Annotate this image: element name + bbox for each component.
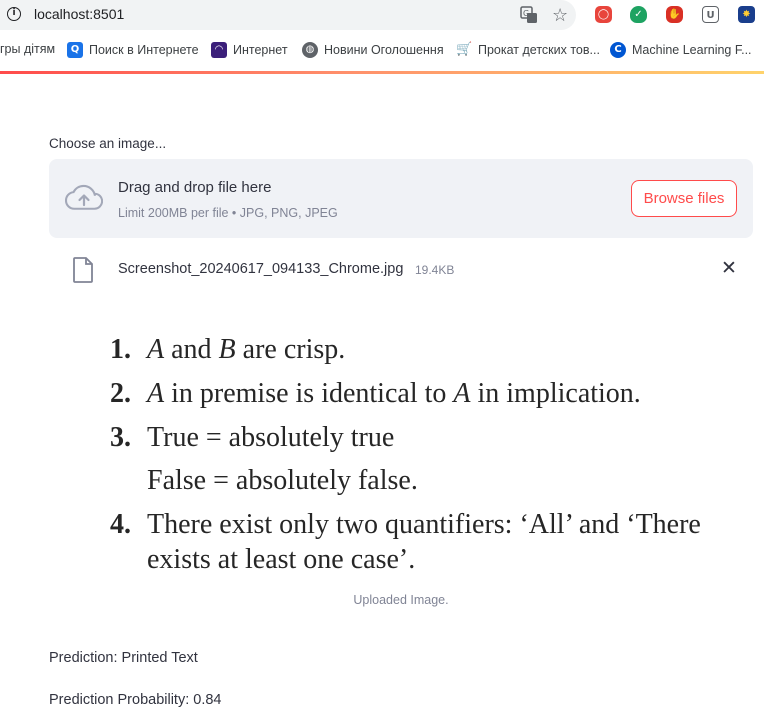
extension-icon[interactable]: ✸ <box>738 6 755 23</box>
list-number: 1. <box>110 334 131 365</box>
bookmark-item[interactable]: гры дітям <box>0 42 55 56</box>
list-text: A and B are crisp. <box>147 334 346 365</box>
stop-hand-icon[interactable]: ✋ <box>666 6 683 23</box>
cart-icon: 🛒 <box>456 42 473 57</box>
image-caption: Uploaded Image. <box>353 593 449 607</box>
bookmark-item[interactable]: C Machine Learning F... <box>610 42 752 58</box>
app-header-decoration <box>0 71 764 74</box>
list-number: 4. <box>110 509 131 540</box>
bookmark-label: Интернет <box>233 43 288 57</box>
bookmark-label: гры дітям <box>0 42 56 56</box>
bookmark-label: Поиск в Интернете <box>89 43 199 57</box>
uploaded-image: 1. A and B are crisp. 2. A in premise is… <box>100 330 750 585</box>
globe-icon: ◍ <box>302 42 318 58</box>
site-icon: ◠ <box>211 42 227 58</box>
browse-files-button[interactable]: Browse files <box>631 180 737 217</box>
uploaded-file-row: Screenshot_20240617_094133_Chrome.jpg 19… <box>49 253 753 287</box>
bookmark-label: Новини Оголошення <box>324 43 444 57</box>
bookmarks-bar: гры дітям Q Поиск в Интернете ◠ Интернет… <box>0 38 764 64</box>
bookmark-label: Machine Learning F... <box>632 43 752 57</box>
bookmark-item[interactable]: ◠ Интернет <box>211 42 288 58</box>
address-bar[interactable]: i localhost:8501 G ☆ <box>0 0 576 30</box>
list-text: A in premise is identical to A in implic… <box>147 378 641 409</box>
list-number: 3. <box>110 422 131 453</box>
bookmark-item[interactable]: Q Поиск в Интернете <box>67 42 199 58</box>
list-text: There exist only two quantifiers: ‘All’ … <box>147 509 701 540</box>
file-icon <box>73 257 93 283</box>
list-number: 2. <box>110 378 131 409</box>
remove-file-icon[interactable]: ✕ <box>719 258 739 280</box>
file-dropzone[interactable]: Drag and drop file here Limit 200MB per … <box>49 159 753 238</box>
svg-text:G: G <box>523 9 529 18</box>
search-icon: Q <box>67 42 83 58</box>
list-text: False = absolutely false. <box>147 465 418 496</box>
shield-check-icon[interactable]: ✓ <box>630 6 647 23</box>
dropzone-title: Drag and drop file here <box>118 179 272 196</box>
cloud-upload-icon <box>65 184 103 210</box>
coursera-icon: C <box>610 42 626 58</box>
file-name: Screenshot_20240617_094133_Chrome.jpg <box>118 261 404 277</box>
browser-chrome: i localhost:8501 G ☆ ◯ ✓ ✋ U ✸ гры дітям… <box>0 0 764 72</box>
bitwarden-icon[interactable]: U <box>702 6 719 23</box>
bookmark-label: Прокат детских тов... <box>478 43 600 57</box>
list-text: True = absolutely true <box>147 422 395 453</box>
prediction-probability: Prediction Probability: 0.84 <box>49 692 222 708</box>
star-icon[interactable]: ☆ <box>552 6 568 24</box>
list-text: exists at least one case’. <box>147 544 416 575</box>
info-icon[interactable]: i <box>7 7 21 21</box>
file-size: 19.4KB <box>415 263 455 277</box>
address-url[interactable]: localhost:8501 <box>34 6 124 22</box>
prediction-text: Prediction: Printed Text <box>49 650 198 666</box>
adblock-icon[interactable]: ◯ <box>595 6 612 23</box>
dropzone-limit: Limit 200MB per file • JPG, PNG, JPEG <box>118 206 338 220</box>
bookmark-item[interactable]: ◍ Новини Оголошення <box>302 42 444 58</box>
translate-icon[interactable]: G <box>520 6 538 29</box>
uploader-label: Choose an image... <box>49 136 167 151</box>
bookmark-item[interactable]: 🛒 Прокат детских тов... <box>456 42 600 58</box>
